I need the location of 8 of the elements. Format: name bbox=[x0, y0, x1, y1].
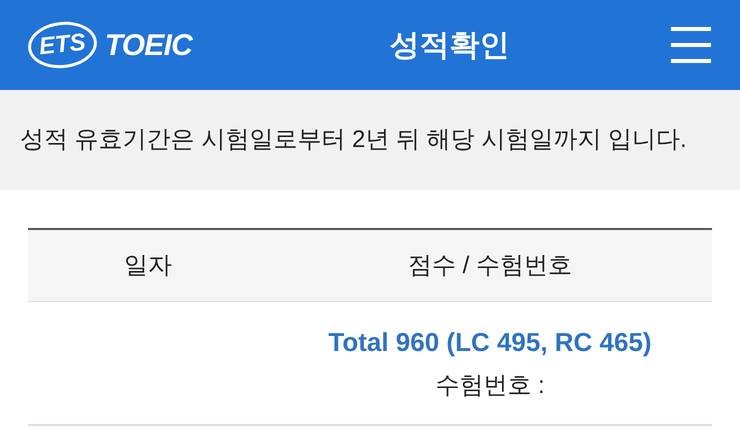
menu-icon[interactable] bbox=[671, 27, 711, 63]
notice-text: 성적 유효기간은 시험일로부터 2년 뒤 해당 시험일까지 입니다. bbox=[20, 125, 687, 155]
column-header: 일자 bbox=[124, 250, 172, 280]
column-header: 점수 / 수험번호 bbox=[408, 250, 572, 280]
test-number-label: 수험번호 : bbox=[435, 370, 545, 400]
toeic-logo: TOEIC bbox=[104, 28, 192, 64]
score-text: Total 960 (LC 495, RC 465) bbox=[328, 326, 652, 358]
page-title: 성적확인 bbox=[390, 28, 510, 64]
